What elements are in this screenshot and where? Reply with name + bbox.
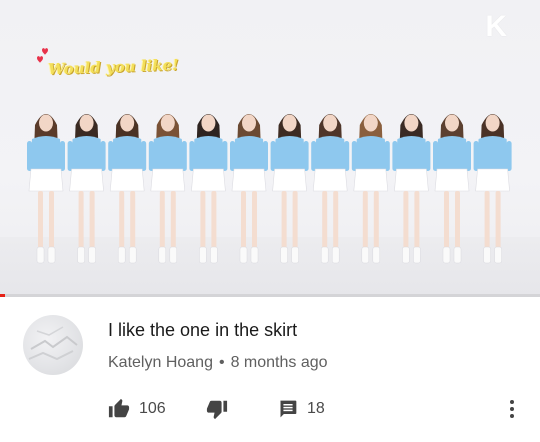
group-member bbox=[108, 114, 147, 264]
comment: I like the one in the skirt Katelyn Hoan… bbox=[0, 297, 540, 442]
group-member bbox=[351, 114, 390, 264]
reply-button[interactable]: 18 bbox=[278, 397, 325, 421]
avatar-image bbox=[28, 326, 78, 361]
group-member bbox=[148, 114, 187, 264]
group-member bbox=[311, 114, 350, 264]
reply-count: 18 bbox=[307, 400, 325, 417]
more-button[interactable] bbox=[504, 397, 520, 421]
group-photo bbox=[27, 114, 512, 264]
group-member bbox=[27, 114, 65, 264]
video-thumbnail[interactable]: K Would you like! bbox=[0, 0, 540, 297]
group-member bbox=[270, 114, 309, 264]
comment-time: 8 months ago bbox=[230, 354, 328, 371]
thumbs-down-icon bbox=[206, 400, 228, 420]
group-member bbox=[67, 114, 106, 264]
comment-text: I like the one in the skirt bbox=[108, 320, 298, 340]
avatar[interactable] bbox=[23, 315, 83, 375]
meta-separator: • bbox=[218, 354, 225, 371]
thumbs-up-icon bbox=[108, 398, 130, 418]
like-button[interactable]: 106 bbox=[108, 397, 166, 421]
group-member bbox=[189, 114, 228, 264]
comment-meta: Katelyn Hoang • 8 months ago bbox=[108, 354, 328, 372]
group-member bbox=[230, 114, 268, 264]
more-vertical-icon bbox=[510, 400, 514, 418]
group-member bbox=[392, 114, 431, 264]
group-member bbox=[433, 114, 471, 264]
channel-logo: K bbox=[485, 10, 507, 43]
comment-actions: 106 18 bbox=[108, 397, 528, 421]
like-count: 106 bbox=[139, 400, 166, 417]
reply-icon bbox=[280, 400, 297, 418]
comment-author[interactable]: Katelyn Hoang bbox=[108, 354, 213, 371]
dislike-button[interactable] bbox=[206, 397, 228, 421]
group-member bbox=[473, 114, 512, 264]
video-caption: Would you like! bbox=[47, 55, 179, 79]
page: K Would you like! I like the one in the … bbox=[0, 0, 540, 442]
